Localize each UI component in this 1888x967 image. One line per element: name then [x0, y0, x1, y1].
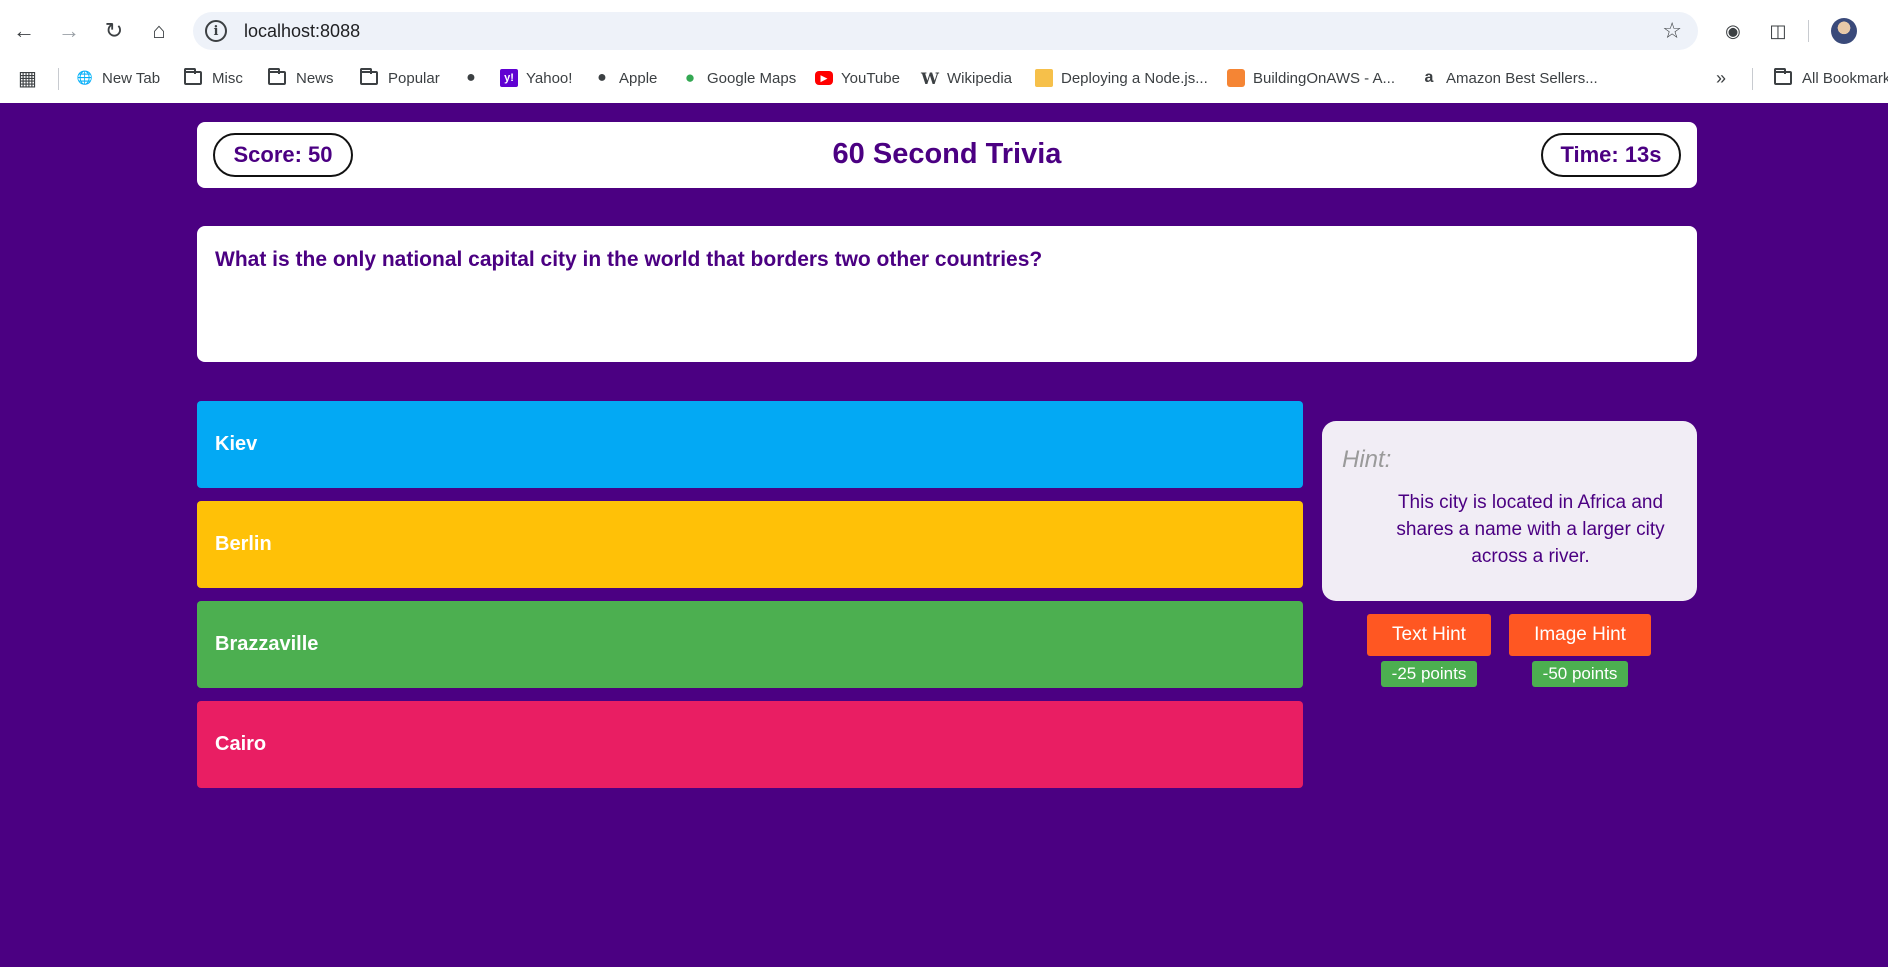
reload-icon[interactable]: ↻	[98, 15, 130, 47]
bookmark-news[interactable]: News	[268, 66, 334, 90]
globe-icon: 🌐	[76, 70, 94, 85]
bookmark-label: Yahoo!	[526, 69, 573, 87]
bookmark-wikipedia[interactable]: W Wikipedia	[921, 66, 1012, 90]
bookmark-label: Apple	[619, 69, 658, 87]
bookmark-star-icon[interactable]: ☆	[1662, 18, 1682, 44]
box-icon	[1035, 69, 1053, 87]
wikipedia-icon: W	[921, 68, 939, 88]
toolbar-divider	[1808, 20, 1809, 42]
bookmark-apple[interactable]: ● Apple	[593, 66, 657, 90]
bookmark-label: Wikipedia	[947, 69, 1013, 87]
answer-label: Brazzaville	[215, 633, 319, 655]
folder-icon	[268, 68, 286, 85]
answer-label: Berlin	[215, 533, 272, 555]
bookmark-popular[interactable]: Popular	[360, 66, 440, 90]
bookmark-label: All Bookmarks	[1802, 69, 1888, 87]
youtube-icon: ▶	[815, 71, 833, 85]
answer-label: Kiev	[215, 433, 258, 455]
answer-button-cairo[interactable]: Cairo	[197, 701, 1303, 788]
bookmark-google-maps[interactable]: ● Google Maps	[681, 66, 796, 90]
bookmark-label: Google Maps	[707, 69, 797, 87]
home-icon[interactable]: ⌂	[143, 15, 175, 47]
bookmark-label: Deploying a Node.js...	[1061, 69, 1208, 87]
image-hint-cost-badge: -50 points	[1532, 661, 1628, 687]
folder-icon	[184, 68, 202, 85]
bookmark-apple-logo[interactable]: ●	[462, 66, 488, 90]
bookmark-label: YouTube	[841, 69, 900, 87]
address-bar[interactable]: i localhost:8088 ☆	[193, 12, 1698, 50]
text-hint-cost-badge: -25 points	[1381, 661, 1477, 687]
page-title: 60 Second Trivia	[832, 138, 1062, 170]
hint-text: This city is located in Africa and share…	[1396, 492, 1665, 567]
hint-label: Hint:	[1342, 446, 1392, 473]
bookmark-label: BuildingOnAWS - A...	[1253, 69, 1396, 87]
bookmark-buildingonaws[interactable]: BuildingOnAWS - A...	[1227, 66, 1395, 90]
folder-icon	[360, 68, 378, 85]
question-text: What is the only national capital city i…	[215, 248, 1043, 271]
bookmark-label: Misc	[212, 69, 243, 87]
bookmark-misc[interactable]: Misc	[184, 66, 243, 90]
browser-chrome: ← → ↻ ⌂ i localhost:8088 ☆ ◉ ◫ ▦ 🌐 New T…	[0, 0, 1888, 103]
bookmark-label: New Tab	[102, 69, 161, 87]
answer-button-brazzaville[interactable]: Brazzaville	[197, 601, 1303, 688]
apple-icon: ●	[597, 69, 607, 86]
bookmark-divider	[1752, 68, 1753, 90]
bookmark-yahoo[interactable]: y! Yahoo!	[500, 66, 572, 90]
site-info-icon[interactable]: i	[205, 20, 227, 42]
folder-icon	[1774, 68, 1792, 85]
apps-grid-icon[interactable]: ▦	[18, 66, 37, 90]
bookmark-amazon[interactable]: a Amazon Best Sellers...	[1420, 66, 1598, 90]
bookmark-deploying-nodejs[interactable]: Deploying a Node.js...	[1035, 66, 1208, 90]
answer-button-kiev[interactable]: Kiev	[197, 401, 1303, 488]
bookmark-label: News	[296, 69, 334, 87]
extensions-icon[interactable]: ◫	[1762, 15, 1794, 47]
profile-avatar[interactable]	[1831, 18, 1857, 44]
bookmark-divider	[58, 68, 59, 90]
amazon-icon: a	[1424, 69, 1434, 86]
back-arrow-icon[interactable]: ←	[8, 15, 40, 47]
bookmarks-overflow-chevron-icon[interactable]: »	[1716, 66, 1726, 90]
browser-toolbar: ← → ↻ ⌂ i localhost:8088 ☆ ◉ ◫	[0, 0, 1888, 62]
bookmark-all-bookmarks[interactable]: All Bookmarks	[1774, 66, 1888, 90]
bookmark-label: Amazon Best Sellers...	[1446, 69, 1598, 87]
maps-pin-icon: ●	[684, 68, 696, 87]
password-manager-icon[interactable]: ◉	[1717, 15, 1749, 47]
answer-label: Cairo	[215, 733, 267, 755]
bookmark-youtube[interactable]: ▶ YouTube	[815, 66, 900, 90]
image-hint-button[interactable]: Image Hint	[1509, 614, 1651, 656]
timer-badge: Time: 13s	[1541, 133, 1681, 177]
yahoo-icon: y!	[500, 69, 518, 87]
hint-panel: Hint: This city is located in Africa and…	[1322, 421, 1697, 601]
bookmark-label: Popular	[388, 69, 440, 87]
url-text: localhost:8088	[244, 20, 361, 41]
aws-box-icon	[1227, 69, 1245, 87]
answer-button-berlin[interactable]: Berlin	[197, 501, 1303, 588]
forward-arrow-icon[interactable]: →	[53, 15, 85, 47]
text-hint-button[interactable]: Text Hint	[1367, 614, 1491, 656]
question-card: What is the only national capital city i…	[197, 226, 1697, 362]
bookmark-new-tab[interactable]: 🌐 New Tab	[76, 66, 160, 90]
apple-icon: ●	[466, 69, 476, 86]
game-header: Score: 50 60 Second Trivia Time: 13s	[197, 122, 1697, 188]
